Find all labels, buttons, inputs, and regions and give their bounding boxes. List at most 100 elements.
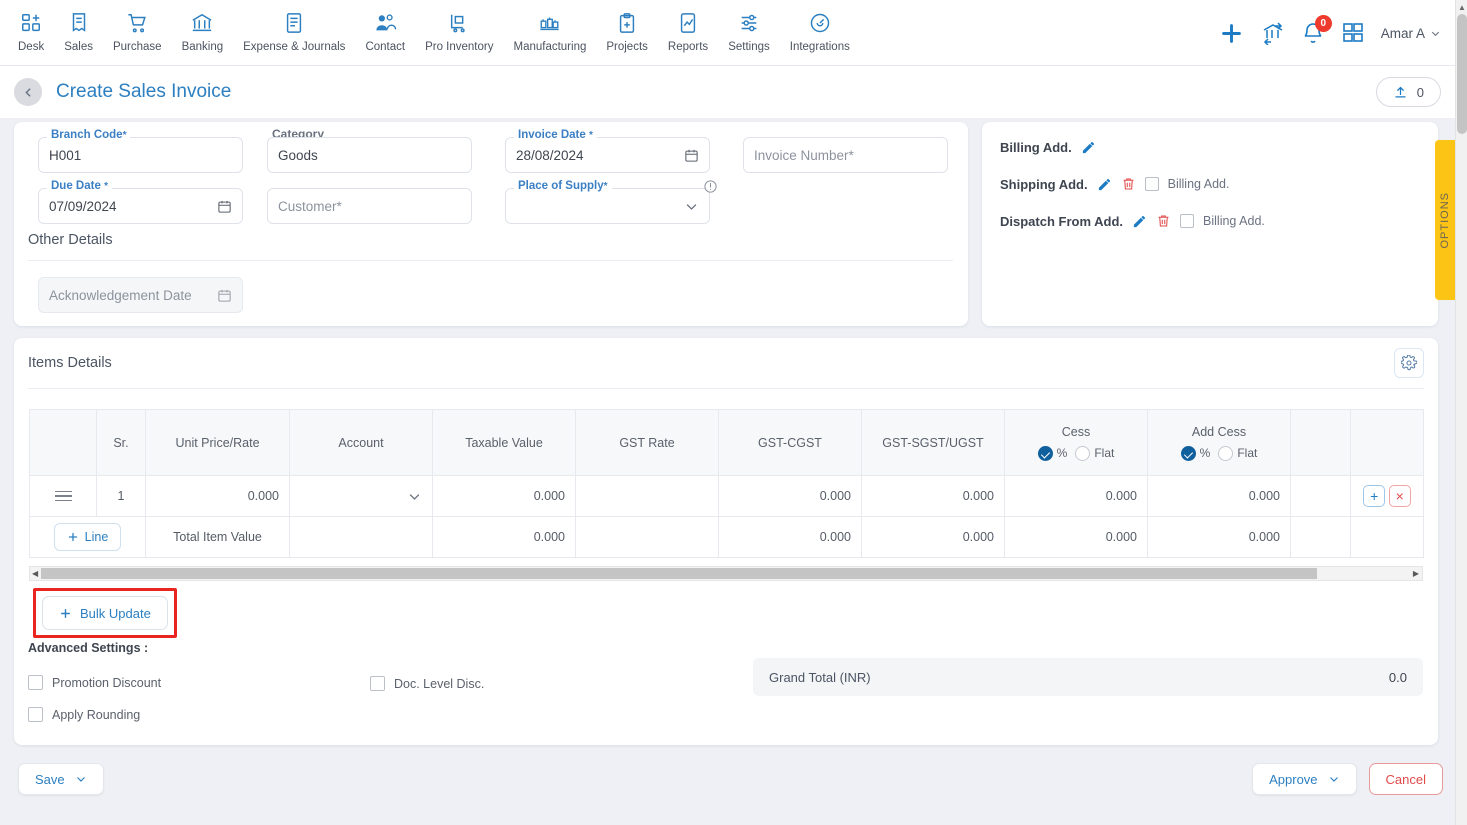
nav-item-pro-inventory[interactable]: Pro Inventory bbox=[415, 8, 503, 55]
save-button[interactable]: Save bbox=[18, 763, 104, 795]
cess-mode-toggle[interactable]: % Flat bbox=[1037, 445, 1114, 461]
due-date-field[interactable]: Due Date * 07/09/2024 bbox=[38, 180, 243, 224]
nav-item-sales[interactable]: Sales bbox=[54, 8, 103, 55]
promotion-discount-label: Promotion Discount bbox=[52, 675, 162, 690]
total-cess: 0.000 bbox=[1004, 516, 1148, 558]
nav-item-purchase[interactable]: Purchase bbox=[103, 8, 172, 55]
pencil-icon[interactable] bbox=[1132, 214, 1147, 229]
category-field[interactable]: Goods bbox=[267, 137, 472, 173]
nav-item-settings[interactable]: Settings bbox=[718, 8, 780, 55]
back-button[interactable] bbox=[14, 78, 42, 106]
apply-rounding-checkbox[interactable] bbox=[28, 707, 43, 722]
branch-code-field[interactable]: Branch Code* H001 bbox=[38, 129, 243, 173]
gear-icon[interactable] bbox=[1394, 348, 1424, 378]
row-unit-price[interactable]: 0.000 bbox=[145, 475, 290, 517]
drag-handle-icon[interactable] bbox=[40, 490, 86, 502]
col-handle bbox=[29, 409, 97, 476]
add-cess-mode-toggle[interactable]: % Flat bbox=[1180, 445, 1257, 461]
nav-item-projects[interactable]: Projects bbox=[596, 8, 658, 55]
acknowledgement-date-field[interactable]: Acknowledgement Date bbox=[38, 277, 243, 313]
nav-items: Desk Sales Purchase Banking Expense & Jo… bbox=[0, 0, 860, 55]
create-sales-invoice-page: Desk Sales Purchase Banking Expense & Jo… bbox=[0, 0, 1467, 825]
nav-item-manufacturing[interactable]: Manufacturing bbox=[503, 8, 596, 55]
nav-item-reports[interactable]: Reports bbox=[658, 8, 718, 55]
dispatch-same-as-billing-checkbox[interactable] bbox=[1180, 214, 1195, 228]
add-cess-flat-radio[interactable] bbox=[1218, 445, 1234, 461]
total-actions bbox=[1350, 516, 1424, 558]
promotion-discount-checkbox[interactable] bbox=[28, 675, 43, 690]
trash-icon[interactable] bbox=[1121, 176, 1136, 192]
add-cess-percent-radio[interactable] bbox=[1180, 445, 1196, 461]
nav-label: Pro Inventory bbox=[425, 41, 494, 53]
bank-transfer-icon[interactable] bbox=[1261, 21, 1285, 45]
apps-grid-icon[interactable] bbox=[1341, 21, 1365, 45]
add-line-button[interactable]: Line bbox=[53, 523, 122, 551]
attachments-button[interactable]: 0 bbox=[1375, 77, 1441, 107]
nav-item-contact[interactable]: Contact bbox=[355, 8, 415, 55]
chevron-down-icon bbox=[76, 777, 85, 782]
bulk-update-button[interactable]: Bulk Update bbox=[42, 596, 168, 630]
nav-item-integrations[interactable]: Integrations bbox=[780, 8, 860, 55]
col-unit-price: Unit Price/Rate bbox=[145, 409, 290, 476]
page-header: Create Sales Invoice 0 bbox=[0, 66, 1455, 118]
calendar-icon[interactable] bbox=[217, 288, 232, 303]
cess-flat-radio[interactable] bbox=[1075, 445, 1091, 461]
row-drag-cell[interactable] bbox=[29, 475, 97, 517]
bell-icon[interactable]: 0 bbox=[1301, 15, 1332, 45]
nav-item-banking[interactable]: Banking bbox=[172, 8, 234, 55]
add-row-button[interactable]: + bbox=[1363, 485, 1386, 507]
promotion-discount-row[interactable]: Promotion Discount bbox=[28, 675, 161, 690]
remove-row-button[interactable]: × bbox=[1388, 485, 1411, 507]
scroll-up-arrow[interactable]: ▲ bbox=[1458, 3, 1466, 12]
plus-icon[interactable] bbox=[1218, 20, 1245, 47]
shipping-address-label: Shipping Add. bbox=[1000, 176, 1088, 192]
customer-field[interactable]: Customer* bbox=[267, 188, 472, 224]
user-menu[interactable]: Amar A bbox=[1381, 26, 1441, 41]
due-date-label: Due Date * bbox=[47, 180, 112, 192]
page-vertical-scrollbar[interactable]: ▲ bbox=[1455, 0, 1467, 825]
calendar-icon[interactable] bbox=[217, 199, 232, 214]
row-taxable-value[interactable]: 0.000 bbox=[432, 475, 576, 517]
place-of-supply-field[interactable]: Place of Supply* bbox=[505, 180, 717, 224]
col-sr: Sr. bbox=[96, 409, 146, 476]
apply-rounding-row[interactable]: Apply Rounding bbox=[28, 707, 140, 722]
info-icon[interactable] bbox=[703, 179, 718, 194]
pencil-icon[interactable] bbox=[1081, 140, 1096, 155]
chevron-down-icon bbox=[1329, 777, 1338, 782]
inventory-trolley-icon bbox=[448, 10, 470, 36]
caret-left-icon[interactable]: ◀ bbox=[32, 569, 38, 578]
items-details-header: Items Details bbox=[14, 338, 1438, 388]
doc-level-disc-checkbox[interactable] bbox=[370, 676, 385, 691]
nav-item-expense-journals[interactable]: Expense & Journals bbox=[233, 8, 355, 55]
approve-label: Approve bbox=[1269, 771, 1318, 787]
options-side-tab[interactable]: OPTIONS bbox=[1435, 140, 1455, 300]
chevron-down-icon[interactable] bbox=[300, 489, 422, 504]
col-cess-label: Cess bbox=[1061, 424, 1091, 439]
calendar-icon[interactable] bbox=[684, 148, 699, 163]
hscroll-thumb[interactable] bbox=[41, 568, 1317, 579]
caret-right-icon[interactable]: ▶ bbox=[1413, 569, 1419, 578]
invoice-date-field[interactable]: Invoice Date * 28/08/2024 bbox=[505, 129, 710, 173]
dispatch-from-address-row: Dispatch From Add. Billing Add. bbox=[1000, 213, 1420, 229]
other-details-title: Other Details bbox=[28, 232, 113, 248]
row-cess[interactable]: 0.000 bbox=[1004, 475, 1148, 517]
nav-item-desk[interactable]: Desk bbox=[8, 8, 54, 55]
scrollbar-thumb[interactable] bbox=[1457, 14, 1467, 134]
cess-percent-radio[interactable] bbox=[1037, 445, 1053, 461]
total-gst-sgst-ugst: 0.000 bbox=[861, 516, 1005, 558]
row-gst-rate[interactable] bbox=[575, 475, 719, 517]
shipping-same-as-billing-checkbox[interactable] bbox=[1144, 177, 1159, 191]
row-account[interactable] bbox=[289, 475, 433, 517]
doc-level-disc-row[interactable]: Doc. Level Disc. bbox=[370, 676, 484, 691]
row-add-cess[interactable]: 0.000 bbox=[1147, 475, 1291, 517]
chevron-down-icon[interactable] bbox=[684, 199, 699, 214]
cancel-button[interactable]: Cancel bbox=[1368, 763, 1443, 795]
approve-button[interactable]: Approve bbox=[1252, 763, 1357, 795]
items-table-horizontal-scrollbar[interactable]: ◀ ▶ bbox=[29, 566, 1423, 581]
trash-icon[interactable] bbox=[1156, 213, 1171, 229]
invoice-number-field[interactable]: Invoice Number* bbox=[743, 137, 948, 173]
plus-icon bbox=[61, 608, 70, 618]
col-gst-rate: GST Rate bbox=[575, 409, 719, 476]
pencil-icon[interactable] bbox=[1097, 177, 1112, 192]
shipping-address-row: Shipping Add. Billing Add. bbox=[1000, 176, 1420, 192]
